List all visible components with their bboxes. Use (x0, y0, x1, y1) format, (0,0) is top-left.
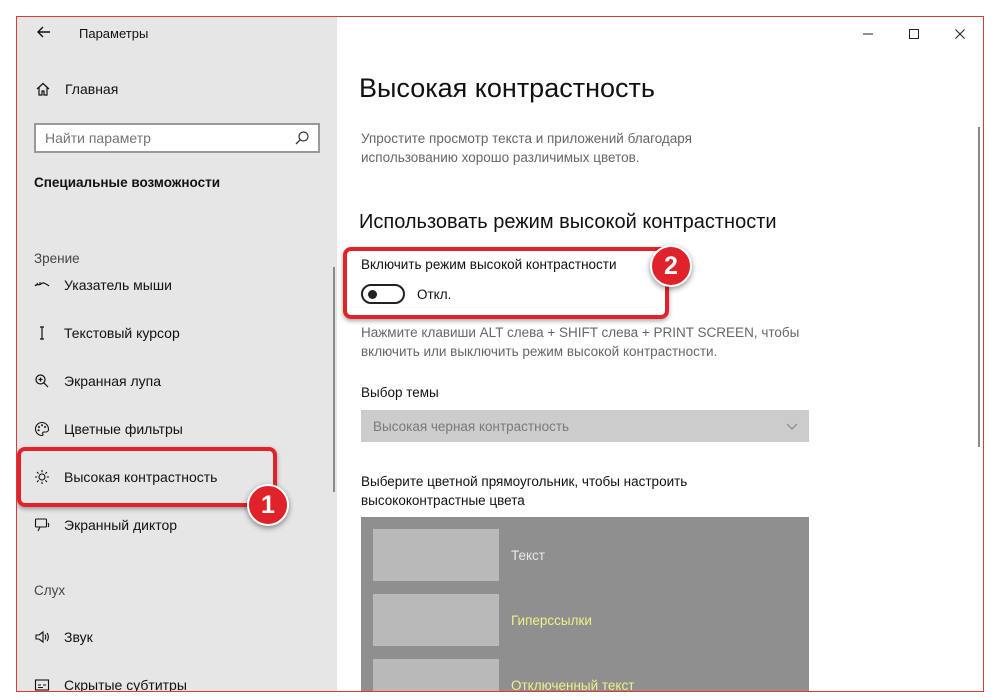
mouse-pointer-icon (34, 277, 50, 293)
color-filter-icon (34, 421, 50, 437)
sidebar-item-label: Скрытые субтитры (64, 677, 187, 692)
home-icon (35, 81, 51, 97)
text-cursor-icon (34, 325, 50, 341)
sidebar: Параметры Главная Специальные возможност… (17, 17, 337, 691)
page-description: Упростите просмотр текста и приложений б… (361, 131, 692, 165)
theme-dropdown[interactable]: Высокая черная контрастность (361, 410, 809, 442)
swatch-label: Гиперссылки (511, 612, 592, 628)
title-bar: Параметры (17, 17, 337, 51)
app-title: Параметры (79, 26, 149, 41)
group-label-hearing: Слух (34, 583, 66, 598)
colors-label: Выберите цветной прямоугольник, чтобы на… (361, 474, 688, 508)
home-label: Главная (65, 81, 119, 97)
text-color-swatch[interactable] (373, 529, 499, 581)
sidebar-item-text-cursor[interactable]: Текстовый курсор (17, 311, 335, 355)
color-row-hyperlinks[interactable]: Гиперссылки (373, 594, 793, 646)
narrator-icon (34, 517, 50, 533)
sidebar-item-label: Экранная лупа (64, 373, 162, 389)
settings-window: Параметры Главная Специальные возможност… (16, 16, 984, 692)
minimize-button[interactable] (845, 17, 891, 51)
sidebar-item-color-filters[interactable]: Цветные фильтры (17, 407, 335, 451)
speaker-icon (34, 629, 50, 645)
sidebar-item-label: Указатель мыши (64, 277, 172, 293)
swatch-label: Отключенный текст (511, 677, 635, 692)
sidebar-item-home[interactable]: Главная (35, 81, 118, 97)
annotation-highlight-1 (17, 447, 277, 507)
chevron-down-icon (785, 419, 799, 433)
annotation-highlight-2 (343, 247, 669, 319)
close-button[interactable] (937, 17, 983, 51)
section-title: Специальные возможности (34, 175, 220, 190)
search-icon[interactable] (294, 130, 310, 146)
color-row-text[interactable]: Текст (373, 529, 793, 581)
shortcut-hint: Нажмите клавиши ALT слева + SHIFT слева … (361, 325, 800, 359)
magnifier-icon (34, 373, 50, 389)
captions-icon (34, 677, 50, 691)
section-subtitle: Использовать режим высокой контрастности (359, 211, 777, 233)
disabled-text-color-swatch[interactable] (373, 659, 499, 691)
color-row-disabled-text[interactable]: Отключенный текст (373, 659, 793, 692)
color-panel: Текст Гиперссылки Отключенный текст (361, 517, 809, 692)
main-content: Высокая контрастность Упростите просмотр… (337, 17, 983, 691)
main-scrollbar[interactable] (978, 127, 980, 447)
page-title: Высокая контрастность (359, 73, 655, 103)
sidebar-item-sound[interactable]: Звук (17, 615, 335, 659)
sidebar-item-label: Текстовый курсор (64, 325, 180, 341)
window-controls (845, 17, 983, 51)
sidebar-item-mouse-pointer[interactable]: Указатель мыши (17, 263, 335, 307)
sidebar-item-label: Экранный диктор (64, 517, 178, 533)
sidebar-scrollbar[interactable] (333, 267, 335, 492)
sidebar-item-magnifier[interactable]: Экранная лупа (17, 359, 335, 403)
annotation-badge-1: 1 (247, 484, 289, 526)
sidebar-item-captions[interactable]: Скрытые субтитры (17, 663, 335, 692)
theme-label: Выбор темы (361, 385, 439, 400)
annotation-badge-2: 2 (650, 245, 692, 287)
theme-dropdown-value: Высокая черная контрастность (373, 418, 570, 434)
search-input[interactable] (36, 129, 294, 147)
hyperlink-color-swatch[interactable] (373, 594, 499, 646)
sidebar-item-label: Звук (64, 629, 93, 645)
back-arrow-icon[interactable] (33, 23, 55, 45)
search-box[interactable] (34, 123, 320, 153)
maximize-button[interactable] (891, 17, 937, 51)
swatch-label: Текст (511, 547, 545, 563)
sidebar-item-label: Цветные фильтры (64, 421, 183, 437)
